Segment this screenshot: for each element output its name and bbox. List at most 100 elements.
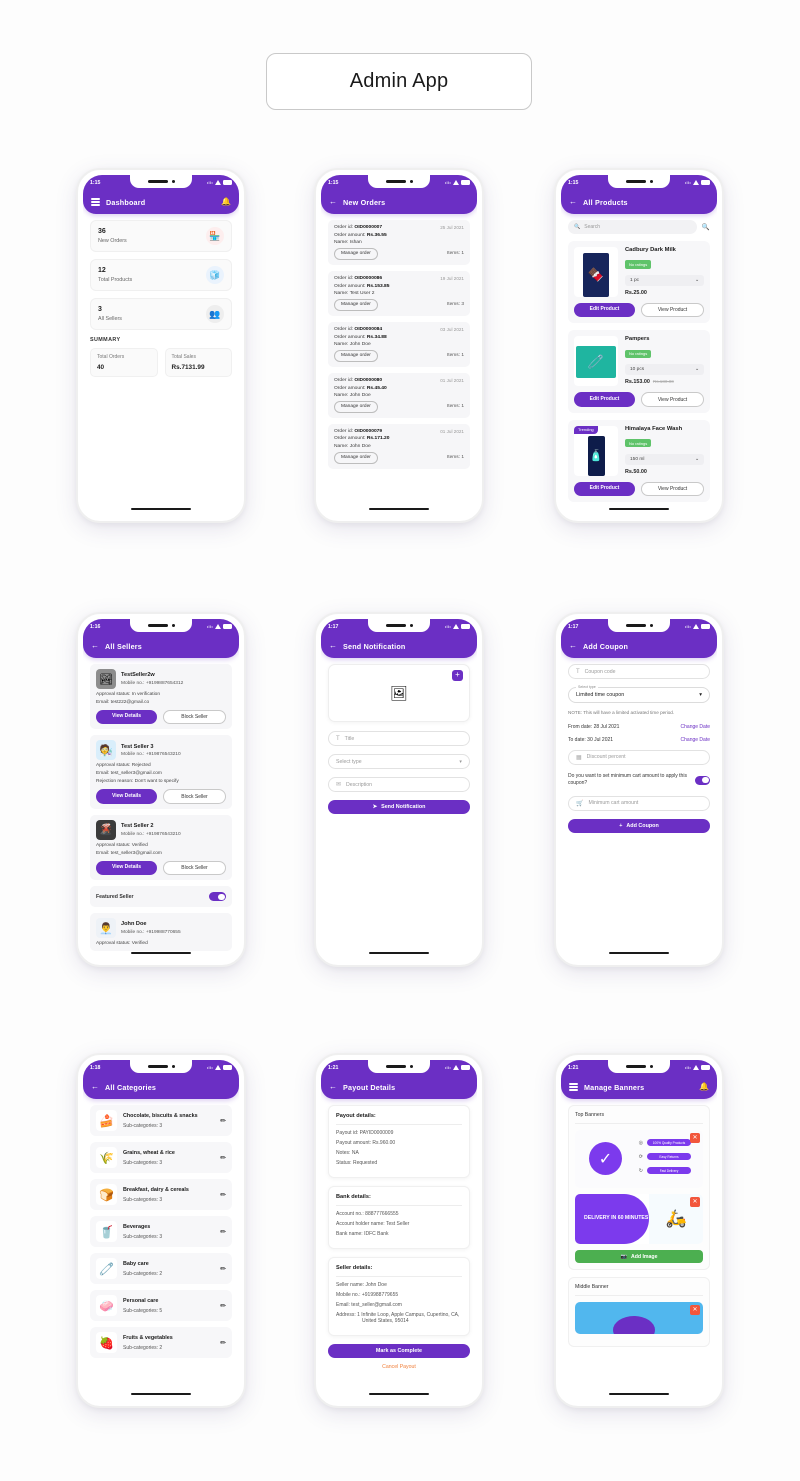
- view-product-button[interactable]: View Product: [641, 303, 704, 318]
- variant-select[interactable]: 1 pc ⌄: [625, 275, 704, 286]
- banners-body[interactable]: Top Banners ✕ ✓ ◎ 100% Quality Products ⟳…: [561, 1099, 717, 1401]
- edit-pencil-icon[interactable]: ✏: [220, 1265, 226, 1273]
- manage-order-button[interactable]: Manage order: [334, 400, 378, 413]
- categories-list[interactable]: 🍰 Chocolate, biscuits & snacks Sub-categ…: [83, 1099, 239, 1401]
- back-icon[interactable]: ←: [329, 198, 337, 206]
- banner-item[interactable]: ✕ DELIVERY IN 60 MINUTES 🛵: [575, 1194, 703, 1244]
- edit-product-button[interactable]: Edit Product: [574, 303, 635, 318]
- stat-card-all-sellers[interactable]: 3 All Sellers 👥: [90, 298, 232, 330]
- stat-card-total-products[interactable]: 12 Total Products 🧊: [90, 259, 232, 291]
- refresh-icon: ⟳: [638, 1153, 643, 1160]
- back-icon[interactable]: ←: [91, 642, 99, 650]
- product-card[interactable]: Trending 🧴 Himalaya Face Wash No ratings…: [568, 419, 710, 503]
- order-name-label: Name:: [334, 393, 350, 399]
- variant-select[interactable]: 10 pcs ⌄: [625, 364, 704, 376]
- type-select[interactable]: Select type ▾: [328, 754, 470, 769]
- category-row[interactable]: 🥤 Beverages Sub-categories: 3 ✏: [90, 1216, 232, 1247]
- view-details-button[interactable]: View Details: [96, 710, 157, 725]
- variant-select[interactable]: 150 ml ⌄: [625, 453, 704, 465]
- search-input[interactable]: 🔍 Search: [568, 220, 697, 234]
- wifi-icon: [693, 1065, 699, 1070]
- title-input[interactable]: T Title: [328, 731, 470, 746]
- edit-pencil-icon[interactable]: ✏: [220, 1154, 226, 1162]
- view-product-button[interactable]: View Product: [641, 392, 704, 407]
- manage-order-button[interactable]: Manage order: [334, 298, 378, 311]
- coupon-code-input[interactable]: T Coupon code: [568, 664, 710, 679]
- search-submit-icon[interactable]: 🔍: [702, 223, 710, 231]
- edit-pencil-icon[interactable]: ✏: [220, 1228, 226, 1236]
- discount-percent-input[interactable]: ▦ Discount percent: [568, 749, 710, 765]
- seller-card[interactable]: 👨‍💼 John Doe Mobile no.: +919988770655 A…: [90, 913, 232, 952]
- sellers-list[interactable]: 🏞 TestSeller2w Mobile no.: +919988765431…: [83, 658, 239, 960]
- back-icon[interactable]: ←: [569, 642, 577, 650]
- topbar-all-sellers: 1:16 ıllı ← All Sellers: [83, 619, 239, 658]
- seller-card[interactable]: 🧑‍🔬 Test Seller 3 Mobile no.: +919876543…: [90, 735, 232, 809]
- product-card[interactable]: 🍫 Cadbury Dark Milk No ratings 1 pc ⌄ Rs…: [568, 241, 710, 324]
- back-icon[interactable]: ←: [569, 198, 577, 206]
- edit-product-button[interactable]: Edit Product: [574, 481, 635, 497]
- add-coupon-button[interactable]: + Add Coupon: [568, 818, 710, 833]
- block-seller-button[interactable]: Block Seller: [163, 710, 226, 725]
- manage-order-button[interactable]: Manage order: [334, 349, 378, 362]
- edit-pencil-icon[interactable]: ✏: [220, 1191, 226, 1199]
- delete-banner-icon[interactable]: ✕: [690, 1305, 700, 1315]
- order-card[interactable]: Order id: OID0000086 19 Jul 2021 Order a…: [328, 270, 470, 316]
- back-icon[interactable]: ←: [329, 642, 337, 650]
- category-row[interactable]: 🧼 Personal care Sub-categories: 5 ✏: [90, 1290, 232, 1321]
- category-row[interactable]: 🌾 Grains, wheat & rice Sub-categories: 3…: [90, 1142, 232, 1173]
- bell-icon[interactable]: 🔔: [221, 198, 231, 206]
- mark-as-complete-button[interactable]: Mark as Complete: [328, 1344, 470, 1358]
- category-row[interactable]: 🧷 Baby care Sub-categories: 2 ✏: [90, 1253, 232, 1284]
- order-card[interactable]: Order id: OID0000084 03 Jul 2021 Order a…: [328, 321, 470, 367]
- manage-order-button[interactable]: Manage order: [334, 451, 378, 464]
- featured-seller-toggle[interactable]: [209, 892, 226, 902]
- featured-seller-row[interactable]: Featured Seller: [90, 886, 232, 908]
- add-image-button[interactable]: 📷 Add Image: [575, 1250, 703, 1263]
- delete-banner-icon[interactable]: ✕: [690, 1133, 700, 1143]
- signal-icon: ıllı: [444, 624, 451, 629]
- order-card[interactable]: Order id: OID0000007 25 Jul 2021 Order a…: [328, 220, 470, 265]
- hamburger-icon[interactable]: [569, 1083, 578, 1091]
- seller-name: Test Seller 3: [121, 743, 154, 750]
- description-input[interactable]: ✉ Description: [328, 777, 470, 792]
- appbar-title: New Orders: [343, 197, 386, 207]
- category-row[interactable]: 🍰 Chocolate, biscuits & snacks Sub-categ…: [90, 1105, 232, 1136]
- block-seller-button[interactable]: Block Seller: [163, 789, 226, 804]
- banner-item[interactable]: ✕: [575, 1302, 703, 1334]
- bell-icon[interactable]: 🔔: [699, 1083, 709, 1091]
- category-row[interactable]: 🍞 Breakfast, dairy & cereals Sub-categor…: [90, 1179, 232, 1210]
- back-icon[interactable]: ←: [91, 1083, 99, 1091]
- send-notification-button[interactable]: ➤ Send Notification: [328, 800, 470, 814]
- signal-icon: ıllı: [444, 1065, 451, 1070]
- order-card[interactable]: Order id: OID0000079 01 Jul 2021 Order a…: [328, 423, 470, 469]
- change-from-date-link[interactable]: Change Date: [681, 724, 710, 730]
- banner-item[interactable]: ✕ ✓ ◎ 100% Quality Products ⟳ Easy Returns…: [575, 1130, 703, 1188]
- category-row[interactable]: 🍓 Fruits & vegetables Sub-categories: 2 …: [90, 1327, 232, 1358]
- image-upload-area[interactable]: + 🖼: [328, 664, 470, 722]
- product-card[interactable]: 🧷 Pampers No ratings 10 pcs ⌄ Rs.153.00 R…: [568, 330, 710, 413]
- orders-list[interactable]: Order id: OID0000007 25 Jul 2021 Order a…: [321, 214, 477, 516]
- seller-card[interactable]: 🌋 Test Seller 2 Mobile no.: +91987654321…: [90, 814, 232, 881]
- add-image-plus-icon[interactable]: +: [452, 670, 463, 681]
- view-details-button[interactable]: View Details: [96, 789, 157, 804]
- min-cart-amount-input[interactable]: 🛒 Minimum cart amount: [568, 795, 710, 811]
- coupon-type-select[interactable]: Select type Limited time coupon ▾: [568, 684, 710, 703]
- edit-pencil-icon[interactable]: ✏: [220, 1117, 226, 1125]
- view-product-button[interactable]: View Product: [641, 481, 704, 497]
- stat-card-new-orders[interactable]: 36 New Orders 🏪: [90, 220, 232, 252]
- view-details-button[interactable]: View Details: [96, 860, 157, 876]
- edit-pencil-icon[interactable]: ✏: [220, 1302, 226, 1310]
- back-icon[interactable]: ←: [329, 1083, 337, 1091]
- manage-order-button[interactable]: Manage order: [334, 247, 378, 260]
- seller-email: test222@gmail.co: [110, 700, 150, 705]
- hamburger-icon[interactable]: [91, 198, 100, 206]
- cancel-payout-button[interactable]: Cancel Payout: [328, 1364, 470, 1370]
- edit-product-button[interactable]: Edit Product: [574, 392, 635, 407]
- order-card[interactable]: Order id: OID0000080 01 Jul 2021 Order a…: [328, 372, 470, 418]
- change-to-date-link[interactable]: Change Date: [681, 737, 710, 743]
- seller-card[interactable]: 🏞 TestSeller2w Mobile no.: +919988765431…: [90, 664, 232, 730]
- edit-pencil-icon[interactable]: ✏: [220, 1339, 226, 1347]
- block-seller-button[interactable]: Block Seller: [163, 860, 226, 876]
- min-cart-toggle[interactable]: [695, 775, 710, 785]
- delete-banner-icon[interactable]: ✕: [690, 1197, 700, 1207]
